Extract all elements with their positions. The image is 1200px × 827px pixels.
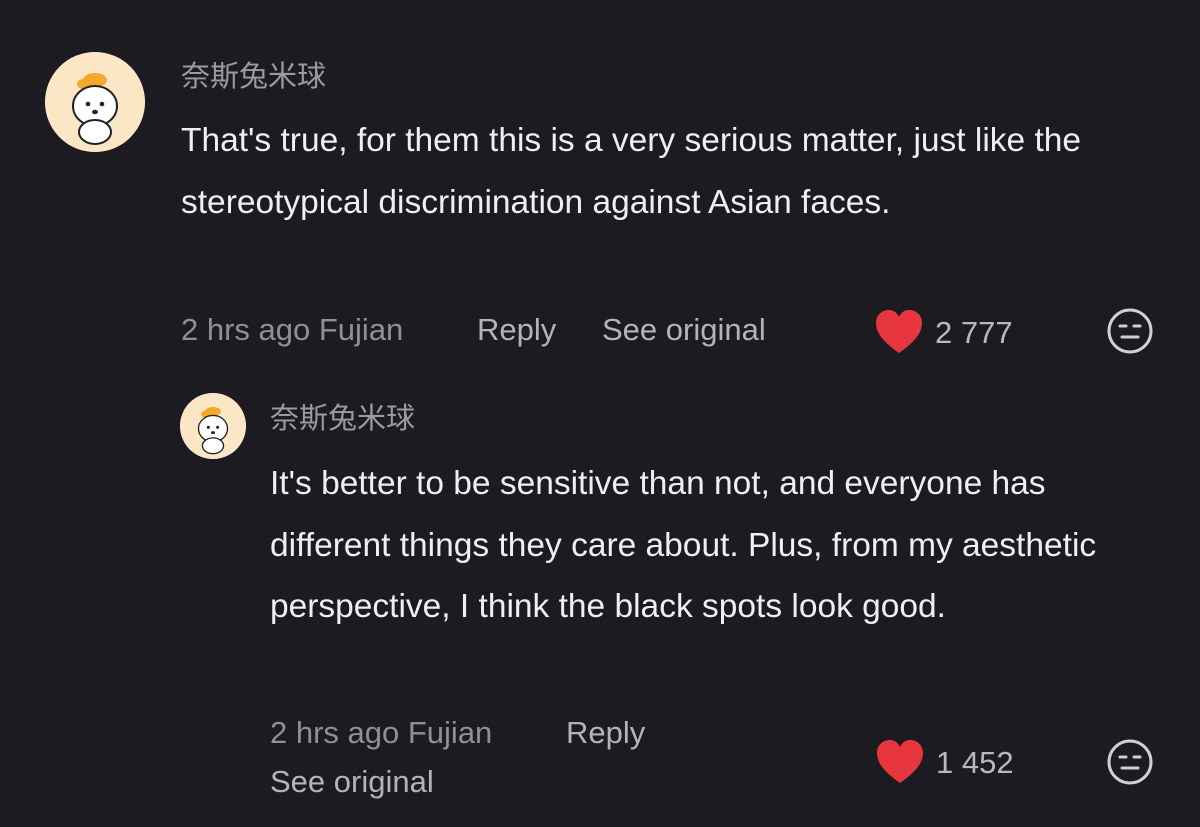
comment-text: That's true, for them this is a very ser… bbox=[181, 122, 1082, 221]
comment-username[interactable]: 奈斯兔米球 bbox=[181, 58, 326, 94]
comment-time-location: 2 hrs ago Fujian bbox=[181, 312, 404, 347]
see-original-button[interactable]: See original bbox=[270, 762, 434, 802]
like-button[interactable] bbox=[876, 739, 924, 785]
see-original-button[interactable]: See original bbox=[602, 310, 766, 350]
like-count: 2 777 bbox=[935, 315, 1013, 350]
comment-username[interactable]: 奈斯兔米球 bbox=[270, 400, 415, 436]
bunny-avatar-icon bbox=[45, 52, 145, 152]
meh-face-icon bbox=[1107, 308, 1153, 354]
meh-face-icon bbox=[1107, 739, 1153, 785]
bunny-avatar-icon bbox=[180, 393, 246, 459]
comment-time-location: 2 hrs ago Fujian bbox=[270, 715, 493, 750]
user-avatar[interactable] bbox=[180, 393, 246, 459]
heart-icon bbox=[877, 740, 923, 783]
reply-button[interactable]: Reply bbox=[477, 310, 556, 350]
heart-icon bbox=[876, 310, 922, 353]
reaction-button[interactable] bbox=[1106, 307, 1154, 355]
like-count: 1 452 bbox=[936, 745, 1014, 780]
like-button[interactable] bbox=[875, 309, 923, 355]
comment-text: It's better to be sensitive than not, an… bbox=[270, 465, 1097, 625]
user-avatar[interactable] bbox=[45, 52, 145, 152]
reply-button[interactable]: Reply bbox=[566, 713, 645, 753]
reaction-button[interactable] bbox=[1106, 738, 1154, 786]
